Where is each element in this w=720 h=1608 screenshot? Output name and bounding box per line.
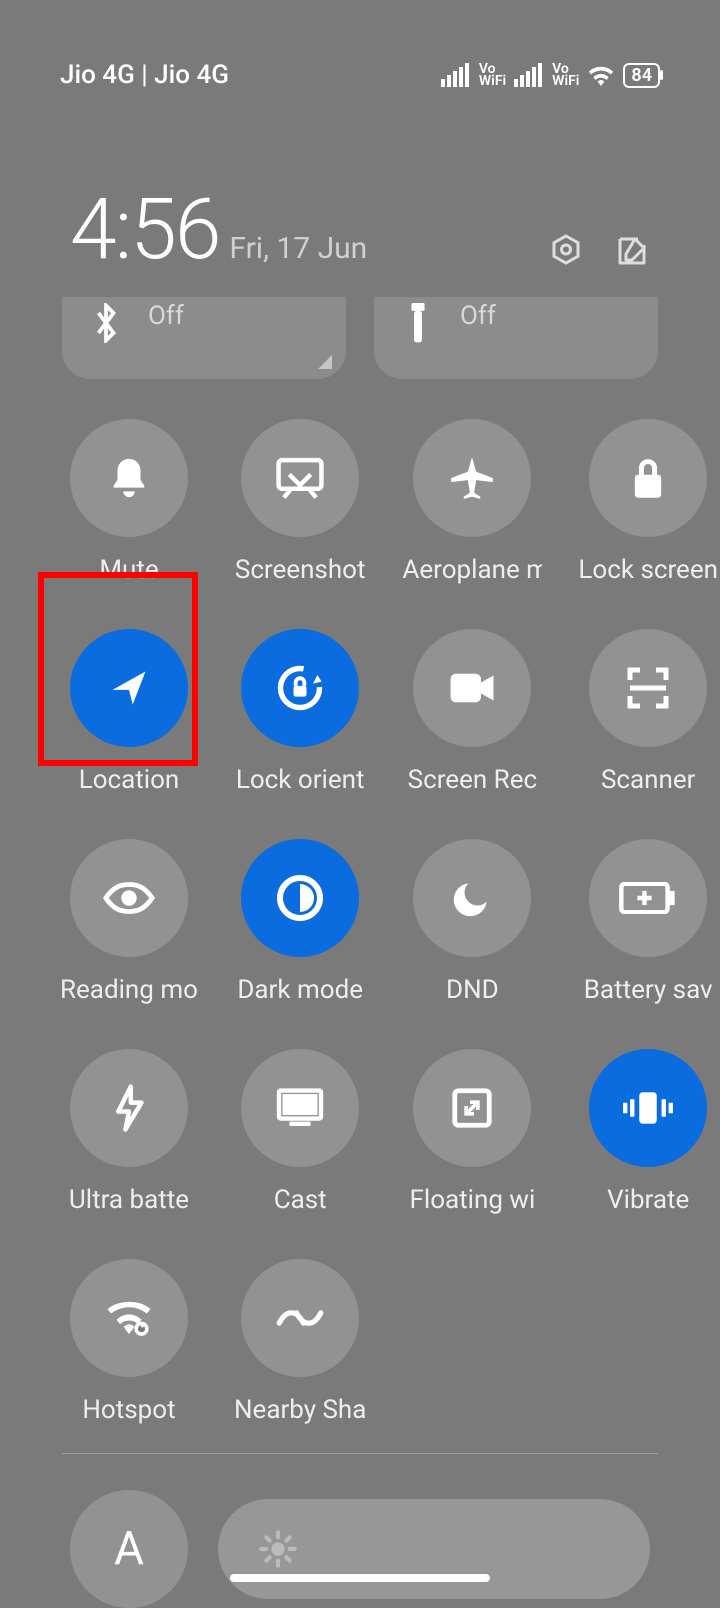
- wifi-icon: [587, 64, 615, 86]
- reading-tile[interactable]: Reading mo: [60, 839, 198, 1005]
- reading-label: Reading mo: [60, 975, 198, 1005]
- video-icon: [447, 670, 497, 706]
- vibrate-label: Vibrate: [607, 1185, 689, 1215]
- floating-label: Floating wi: [410, 1185, 536, 1215]
- darkmode-tile[interactable]: Dark mode: [234, 839, 366, 1005]
- brightness-slider[interactable]: [218, 1499, 650, 1599]
- screenshot-icon: [275, 456, 325, 500]
- cast-icon: [275, 1087, 325, 1129]
- volte-label-1: VoWiFi: [479, 63, 506, 87]
- bolt-icon: [111, 1083, 147, 1133]
- batterysav-label: Battery sav: [584, 975, 713, 1005]
- header: 4:56 Fri, 17 Jun: [0, 150, 720, 279]
- dnd-label: DND: [446, 975, 499, 1005]
- aeroplane-tile[interactable]: Aeroplane m: [402, 419, 542, 585]
- screenrec-tile[interactable]: Screen Rec: [402, 629, 542, 795]
- torch-tile[interactable]: Torch Off: [374, 297, 658, 379]
- edit-icon[interactable]: [614, 233, 650, 269]
- battery-icon: 84: [623, 63, 660, 88]
- bluetooth-status: Off: [148, 301, 259, 331]
- mute-tile[interactable]: Mute: [60, 419, 198, 585]
- signal-icon-1: [441, 63, 469, 87]
- scanner-label: Scanner: [601, 765, 696, 795]
- scanner-tile[interactable]: Scanner: [578, 629, 718, 795]
- cast-label: Cast: [274, 1185, 327, 1215]
- vibrate-tile[interactable]: Vibrate: [578, 1049, 718, 1215]
- expand-icon[interactable]: [318, 355, 332, 369]
- nearby-share-icon: [274, 1303, 326, 1333]
- quick-settings-grid: Mute Screenshot Aeroplane m Lock screen …: [0, 379, 720, 1425]
- ultrabatte-tile[interactable]: Ultra batte: [60, 1049, 198, 1215]
- eye-icon: [102, 880, 156, 916]
- clock-time: 4:56: [70, 180, 219, 279]
- lock-rotation-icon: [274, 662, 326, 714]
- carrier-label: Jio 4G | Jio 4G: [60, 60, 229, 90]
- bluetooth-icon: [86, 301, 126, 343]
- settings-icon[interactable]: [548, 233, 584, 269]
- scanner-icon: [624, 664, 672, 712]
- nearby-tile[interactable]: Nearby Sha: [234, 1259, 366, 1425]
- dark-mode-icon: [276, 874, 324, 922]
- location-arrow-icon: [107, 666, 151, 710]
- clock-date: Fri, 17 Jun: [229, 231, 367, 266]
- status-bar: Jio 4G | Jio 4G VoWiFi VoWiFi 84: [0, 0, 720, 150]
- hotspot-tile[interactable]: Hotspot: [60, 1259, 198, 1425]
- cast-tile[interactable]: Cast: [234, 1049, 366, 1215]
- screenshot-tile[interactable]: Screenshot: [234, 419, 366, 585]
- battery-plus-icon: [619, 882, 677, 914]
- dnd-tile[interactable]: DND: [402, 839, 542, 1005]
- vibrate-icon: [620, 1088, 676, 1128]
- floating-tile[interactable]: Floating wi: [402, 1049, 542, 1215]
- moon-icon: [450, 876, 494, 920]
- batterysav-tile[interactable]: Battery sav: [578, 839, 718, 1005]
- signal-icon-2: [514, 63, 542, 87]
- location-label: Location: [79, 765, 180, 795]
- volte-label-2: VoWiFi: [552, 63, 579, 87]
- screenshot-label: Screenshot: [235, 555, 366, 585]
- status-icons: VoWiFi VoWiFi 84: [441, 63, 660, 88]
- ultrabatte-label: Ultra batte: [69, 1185, 189, 1215]
- auto-brightness-button[interactable]: A: [70, 1490, 188, 1608]
- lock-icon: [628, 455, 668, 501]
- nav-bar[interactable]: [230, 1574, 490, 1582]
- airplane-icon: [447, 453, 497, 503]
- aeroplane-label: Aeroplane m: [402, 555, 542, 585]
- darkmode-label: Dark mode: [237, 975, 363, 1005]
- torch-status: Off: [460, 301, 526, 331]
- mute-label: Mute: [99, 555, 158, 585]
- hotspot-label: Hotspot: [82, 1395, 175, 1425]
- lockorient-tile[interactable]: Lock orient: [234, 629, 366, 795]
- torch-icon: [398, 301, 438, 345]
- bluetooth-tile[interactable]: Bluetooth Off: [62, 297, 346, 379]
- bell-icon: [106, 455, 152, 501]
- brightness-icon: [258, 1529, 298, 1569]
- location-tile[interactable]: Location: [60, 629, 198, 795]
- lockorient-label: Lock orient: [236, 765, 365, 795]
- nearby-label: Nearby Sha: [234, 1395, 366, 1425]
- lockscreen-label: Lock screen: [578, 555, 718, 585]
- hotspot-icon: [104, 1298, 154, 1338]
- screenrec-label: Screen Rec: [408, 765, 537, 795]
- floating-window-icon: [449, 1085, 495, 1131]
- lockscreen-tile[interactable]: Lock screen: [578, 419, 718, 585]
